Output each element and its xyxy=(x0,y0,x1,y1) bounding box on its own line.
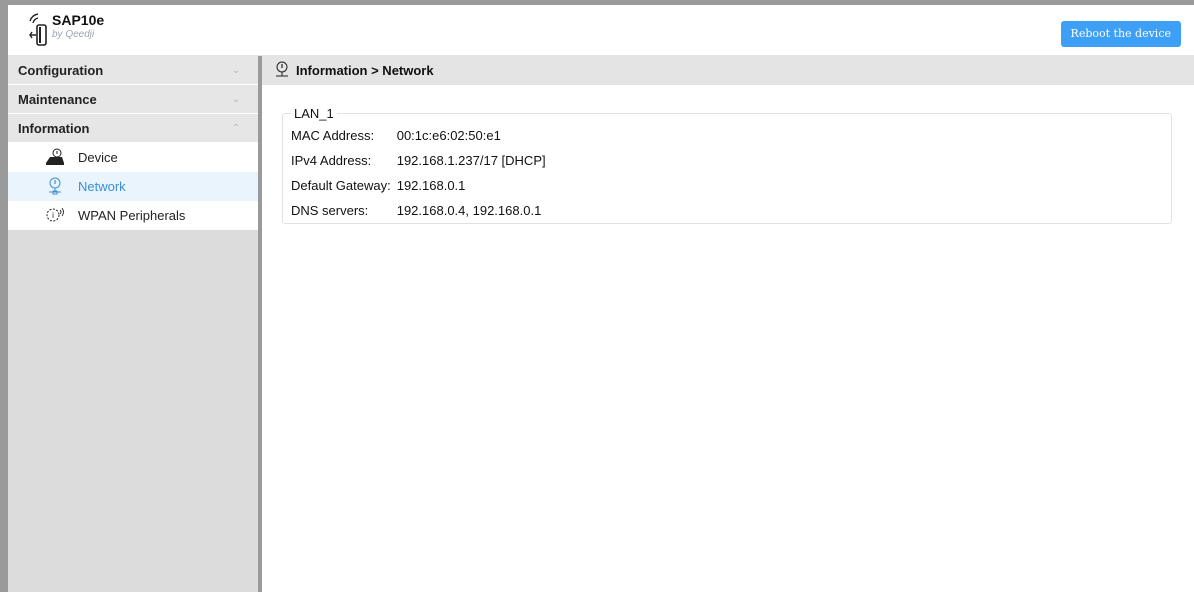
ipv4-address-value: 192.168.1.237/17 [DHCP] xyxy=(396,153,546,168)
window-frame-left xyxy=(0,0,8,592)
sidebar-item-label: Device xyxy=(78,150,118,165)
reboot-device-button[interactable]: Reboot the device xyxy=(1060,21,1181,47)
table-row: IPv4 Address: 192.168.1.237/17 [DHCP] xyxy=(291,148,546,173)
sidebar-section-label: Information xyxy=(18,121,90,136)
lan-1-panel: LAN_1 MAC Address: 00:1c:e6:02:50:e1 IPv… xyxy=(282,106,1172,224)
sidebar-item-device[interactable]: Device xyxy=(8,143,258,172)
brand: SAP10e by Qeedji xyxy=(52,12,104,41)
ipv4-address-label: IPv4 Address: xyxy=(291,153,372,168)
default-gateway-label: Default Gateway: xyxy=(291,178,391,193)
app-header: SAP10e by Qeedji Reboot the device xyxy=(8,5,1194,56)
brand-subtitle: by Qeedji xyxy=(52,29,95,40)
breadcrumb-text: Information > Network xyxy=(296,63,434,78)
mac-address-label: MAC Address: xyxy=(291,128,375,143)
sidebar-item-network[interactable]: Network xyxy=(8,172,258,201)
sidebar-section-label: Configuration xyxy=(18,63,104,78)
svg-text:i: i xyxy=(52,211,54,220)
network-info-table: MAC Address: 00:1c:e6:02:50:e1 IPv4 Addr… xyxy=(291,123,546,223)
sidebar-item-label: WPAN Peripherals xyxy=(78,208,186,223)
sidebar: Configuration ⌄ Maintenance ⌄ Informatio… xyxy=(8,56,258,592)
mac-address-value: 00:1c:e6:02:50:e1 xyxy=(396,128,501,143)
chevron-up-icon: ⌃ xyxy=(231,123,240,134)
network-icon xyxy=(276,61,288,77)
dns-servers-value: 192.168.0.4, 192.168.0.1 xyxy=(396,203,542,218)
sidebar-section-maintenance[interactable]: Maintenance ⌄ xyxy=(8,85,258,114)
table-row: DNS servers: 192.168.0.4, 192.168.0.1 xyxy=(291,198,546,223)
table-row: Default Gateway: 192.168.0.1 xyxy=(291,173,546,198)
default-gateway-value: 192.168.0.1 xyxy=(396,178,466,193)
table-row: MAC Address: 00:1c:e6:02:50:e1 xyxy=(291,123,546,148)
sidebar-item-wpan-peripherals[interactable]: i WPAN Peripherals xyxy=(8,201,258,230)
device-icon xyxy=(46,148,64,165)
network-icon xyxy=(49,177,61,195)
wpan-icon: i xyxy=(46,207,64,222)
chevron-down-icon: ⌄ xyxy=(231,65,240,76)
sidebar-item-label: Network xyxy=(78,179,126,194)
brand-name: SAP10e xyxy=(52,12,105,28)
sidebar-section-configuration[interactable]: Configuration ⌄ xyxy=(8,56,258,85)
sidebar-section-label: Maintenance xyxy=(18,92,97,107)
lan-legend: LAN_1 xyxy=(294,106,334,121)
sidebar-section-information[interactable]: Information ⌃ xyxy=(8,114,258,143)
main-content: Information > Network LAN_1 MAC Address:… xyxy=(262,56,1194,592)
device-logo-icon xyxy=(29,13,47,46)
chevron-down-icon: ⌄ xyxy=(231,94,240,105)
dns-servers-label: DNS servers: xyxy=(291,203,369,218)
breadcrumb: Information > Network xyxy=(262,56,1194,85)
